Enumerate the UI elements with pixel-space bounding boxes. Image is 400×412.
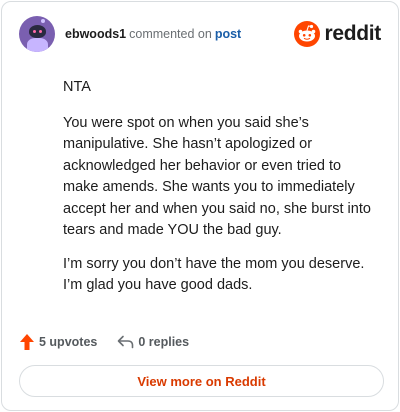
post-link[interactable]: post [215,27,241,41]
commented-on-text: commented on [129,27,212,41]
comment-body: NTA You were spot on when you said she’s… [63,77,378,309]
comment-paragraph: You were spot on when you said she’s man… [63,114,371,239]
comment-meta: ebwoods1 commented on post [65,27,241,41]
reply-arrow-icon [118,335,134,349]
comment-header: ebwoods1 commented on post reddit [19,16,381,52]
reddit-wordmark: reddit [324,22,381,45]
reply-button[interactable]: 0 replies [117,335,189,349]
reddit-snoo-icon [294,21,321,47]
upvote-button[interactable]: 5 upvotes [19,333,97,351]
upvote-count: 5 upvotes [39,335,98,349]
reddit-logo[interactable]: reddit [294,19,381,49]
reply-count: 0 replies [138,335,190,349]
comment-paragraph: NTA [63,79,91,95]
embedded-comment-card: ebwoods1 commented on post reddit NTA You … [1,1,399,411]
comment-actions: 5 upvotes 0 replies [19,332,189,352]
username-link[interactable]: ebwoods1 [65,27,126,41]
comment-paragraph: I’m sorry you don’t have the mom you des… [63,255,365,294]
user-avatar[interactable] [19,16,55,52]
upvote-arrow-icon [20,334,34,350]
view-more-button[interactable]: View more on Reddit [19,365,384,397]
